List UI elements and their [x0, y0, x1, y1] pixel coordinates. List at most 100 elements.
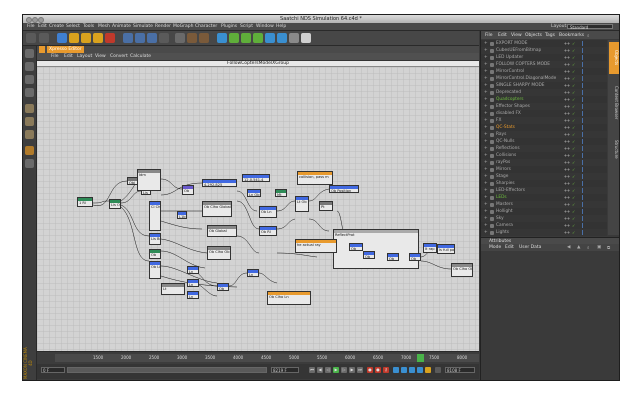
tag-strip[interactable]	[582, 76, 601, 81]
list-item[interactable]: + disabled FX ✓	[481, 110, 607, 117]
expand-icon[interactable]: +	[484, 55, 488, 60]
visibility-dots-icon[interactable]	[564, 77, 570, 80]
tag-strip[interactable]	[582, 146, 601, 151]
xpresso-node[interactable]: It rap lt	[423, 243, 437, 253]
list-item[interactable]: + MirrorControl.DiagonalMode ✓	[481, 75, 607, 82]
xp-menu-convert[interactable]: Convert	[110, 54, 128, 59]
xpresso-node[interactable]: Cl Chl Ob	[149, 201, 161, 231]
x-axis-icon[interactable]	[123, 33, 133, 43]
xpresso-node[interactable]: Lis Ob	[109, 199, 121, 209]
point-level-icon[interactable]	[425, 367, 431, 373]
xpresso-node[interactable]: Ob Clho Ob	[451, 263, 473, 277]
xpresso-node[interactable]: Ob	[182, 185, 194, 195]
visibility-dots-icon[interactable]	[564, 105, 570, 108]
expand-icon[interactable]: +	[484, 118, 488, 123]
enable-check-icon[interactable]: ✓	[572, 230, 575, 235]
subdivision-icon[interactable]	[241, 33, 251, 43]
xpresso-node[interactable]: Ob Global	[207, 225, 237, 237]
visibility-dots-icon[interactable]	[564, 49, 570, 52]
enable-check-icon[interactable]: ✓	[572, 48, 575, 53]
visibility-dots-icon[interactable]	[564, 63, 570, 66]
tag-strip[interactable]	[582, 174, 601, 179]
list-item[interactable]: + EXPORT MODE ✓	[481, 40, 607, 47]
om-menu-edit[interactable]: Edit	[498, 33, 507, 38]
xpresso-node[interactable]: he actual ray	[295, 239, 337, 253]
xpresso-node[interactable]: Is full pos	[437, 244, 455, 254]
list-item[interactable]: + FOLLOW COPTERS MODE ✓	[481, 61, 607, 68]
visibility-dots-icon[interactable]	[564, 210, 570, 213]
visibility-dots-icon[interactable]	[564, 147, 570, 150]
xpresso-node[interactable]: Ob	[363, 251, 375, 259]
tag-strip[interactable]	[582, 209, 601, 214]
expand-icon[interactable]: +	[484, 76, 488, 81]
enable-check-icon[interactable]: ✓	[572, 181, 575, 186]
visibility-dots-icon[interactable]	[564, 91, 570, 94]
tag-strip[interactable]	[582, 41, 601, 46]
array-icon[interactable]	[253, 33, 263, 43]
enable-check-icon[interactable]: ✓	[572, 125, 575, 130]
xpresso-node[interactable]: 1 Rl	[77, 197, 93, 207]
list-item[interactable]: + FX ✓	[481, 117, 607, 124]
om-search-icon[interactable]: ⌕	[587, 33, 590, 39]
list-item[interactable]: + Effector Shapes ✓	[481, 103, 607, 110]
xpresso-node[interactable]: Ob	[349, 243, 363, 251]
xpresso-node[interactable]: 4.292.825	[202, 179, 237, 187]
xpresso-node[interactable]: Ob Ln	[259, 206, 277, 218]
xpresso-node[interactable]: Lis Bm	[149, 233, 161, 245]
menu-animate[interactable]: Animate	[112, 24, 131, 29]
timeline-playhead[interactable]	[417, 354, 424, 362]
tag-strip[interactable]	[582, 223, 601, 228]
position-key-icon[interactable]	[393, 367, 399, 373]
xpresso-node[interactable]: Ob	[387, 253, 399, 261]
start-frame-field[interactable]: 0 F	[41, 367, 65, 373]
enable-check-icon[interactable]: ✓	[572, 202, 575, 207]
visibility-dots-icon[interactable]	[564, 70, 570, 73]
tag-strip[interactable]	[582, 139, 601, 144]
xpresso-node[interactable]: Idm	[137, 169, 161, 191]
expand-icon[interactable]: +	[484, 174, 488, 179]
visibility-dots-icon[interactable]	[564, 168, 570, 171]
enable-check-icon[interactable]: ✓	[572, 62, 575, 67]
layout-select[interactable]: Standard	[567, 23, 613, 30]
enable-check-icon[interactable]: ✓	[572, 41, 575, 46]
up-arrow-icon[interactable]: ▲	[577, 245, 580, 250]
enable-check-icon[interactable]: ✓	[572, 97, 575, 102]
list-item[interactable]: + LED Updater ✓	[481, 54, 607, 61]
make-editable-icon[interactable]	[25, 49, 34, 58]
z-axis-icon[interactable]	[147, 33, 157, 43]
tag-strip[interactable]	[582, 132, 601, 137]
expand-icon[interactable]: +	[484, 167, 488, 172]
menu-help[interactable]: Help	[276, 24, 286, 29]
xpresso-node[interactable]: Ln Ob	[247, 189, 261, 197]
visibility-dots-icon[interactable]	[564, 56, 570, 59]
tag-strip[interactable]	[582, 118, 601, 123]
menu-tools[interactable]: Tools	[83, 24, 94, 29]
visibility-dots-icon[interactable]	[564, 161, 570, 164]
tag-strip[interactable]	[582, 160, 601, 165]
menu-simulate[interactable]: Simulate	[133, 24, 153, 29]
expand-icon[interactable]: +	[484, 139, 488, 144]
xpresso-node[interactable]: Pt	[319, 201, 333, 211]
menu-script[interactable]: Script	[240, 24, 253, 29]
tag-strip[interactable]	[582, 55, 601, 60]
tag-strip[interactable]	[582, 125, 601, 130]
list-item[interactable]: + Stage ✓	[481, 173, 607, 180]
visibility-dots-icon[interactable]	[564, 175, 570, 178]
list-item[interactable]: + QC-Nulls ✓	[481, 138, 607, 145]
tweak-icon[interactable]	[25, 159, 34, 168]
visibility-dots-icon[interactable]	[564, 154, 570, 157]
scale-icon[interactable]	[81, 33, 91, 43]
search-icon[interactable]: ⌕	[587, 245, 590, 251]
xp-menu-calculate[interactable]: Calculate	[130, 54, 151, 59]
tab-objects[interactable]: Objects	[609, 42, 619, 74]
xpresso-node[interactable]: Ob Rl	[259, 226, 277, 236]
expand-icon[interactable]: +	[484, 97, 488, 102]
undo-icon[interactable]	[26, 33, 36, 43]
visibility-dots-icon[interactable]	[564, 112, 570, 115]
tag-strip[interactable]	[582, 90, 601, 95]
expand-icon[interactable]: +	[484, 41, 488, 46]
xpresso-canvas[interactable]: FollowCoptersModelXGroup 1 Rl Lis O Obj …	[37, 61, 479, 351]
tag-strip[interactable]	[582, 153, 601, 158]
visibility-dots-icon[interactable]	[564, 98, 570, 101]
enable-check-icon[interactable]: ✓	[572, 104, 575, 109]
